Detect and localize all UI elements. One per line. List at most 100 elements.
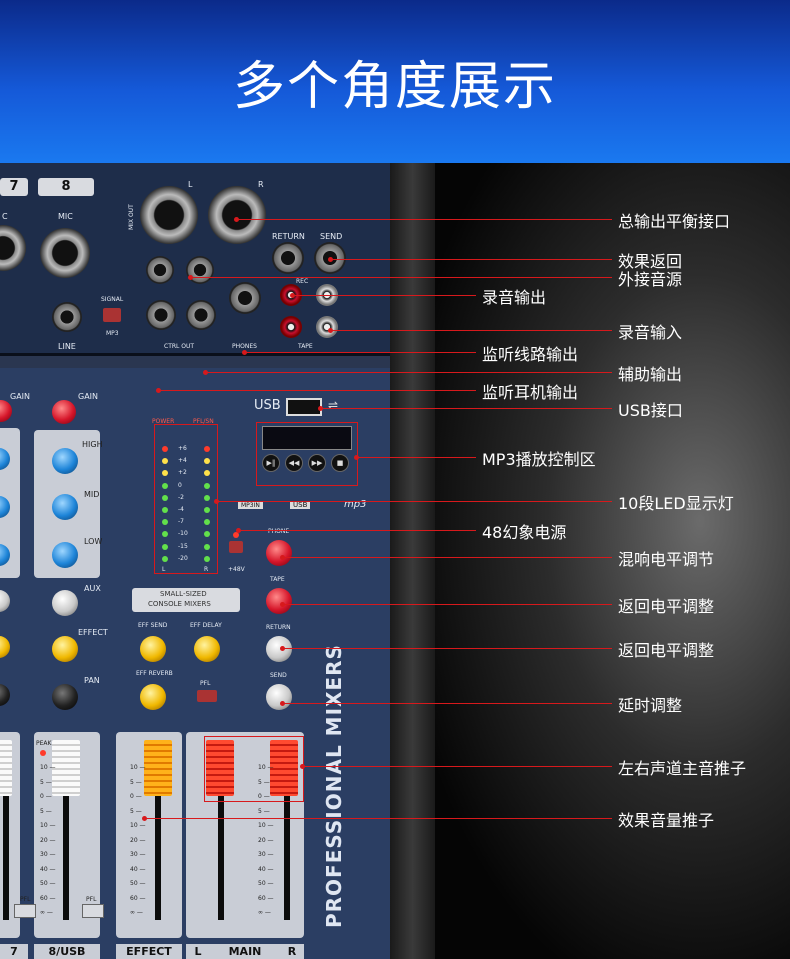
phones-jack[interactable] bbox=[229, 282, 261, 314]
pfl-label-8: PFL bbox=[86, 896, 97, 903]
callout-label: 延时调整 bbox=[618, 696, 683, 715]
mp3-toggle-button[interactable] bbox=[103, 308, 121, 322]
usb-port[interactable] bbox=[286, 398, 322, 416]
fader-scale-label: 30 — bbox=[258, 851, 274, 858]
bottom-label-ch7: 7 bbox=[0, 944, 28, 959]
send-level-knob[interactable] bbox=[266, 684, 292, 710]
pan-knob-8[interactable] bbox=[52, 684, 78, 710]
high-knob-8[interactable] bbox=[52, 448, 78, 474]
fader-scale-label: 50 — bbox=[130, 880, 146, 887]
callout-line bbox=[158, 390, 476, 391]
callout-line bbox=[330, 259, 612, 260]
callout-dot bbox=[328, 328, 333, 333]
fader-7[interactable] bbox=[0, 740, 12, 796]
mixer-side-edge bbox=[390, 163, 435, 959]
fader-scale-label: 40 — bbox=[130, 865, 146, 873]
fader-scale-label: 40 — bbox=[258, 865, 274, 873]
led-right-5 bbox=[204, 507, 210, 513]
led-scale-label: -7 bbox=[178, 518, 184, 526]
mid-label: MID bbox=[84, 490, 100, 499]
callout-dot bbox=[236, 528, 241, 533]
callout-dot bbox=[280, 555, 285, 560]
callout-label: 48幻象电源 bbox=[482, 523, 567, 542]
callout-line bbox=[320, 408, 612, 409]
callout-dot bbox=[318, 406, 323, 411]
fader-8[interactable] bbox=[52, 740, 80, 796]
fader-scale-label: 0 — bbox=[258, 793, 270, 800]
callout-label: 混响电平调节 bbox=[618, 550, 715, 569]
pfl-button[interactable] bbox=[197, 690, 217, 702]
callout-line bbox=[302, 766, 612, 767]
fader-scale-label: 5 — bbox=[130, 778, 142, 786]
callout-label: 返回电平调整 bbox=[618, 641, 715, 660]
ctrl-out-jack-right[interactable] bbox=[186, 300, 216, 330]
mp3-prev-button[interactable]: ◀◀ bbox=[285, 454, 303, 472]
rec-label: REC bbox=[296, 278, 309, 285]
pfl-button-8[interactable] bbox=[82, 904, 104, 918]
gain-knob-8[interactable] bbox=[52, 400, 76, 424]
line-label: LINE bbox=[58, 342, 76, 351]
mp3-display bbox=[262, 426, 352, 450]
callout-line bbox=[244, 352, 476, 353]
callout-label: 返回电平调整 bbox=[618, 597, 715, 616]
effect-label: EFFECT bbox=[78, 628, 108, 637]
tape-in-rca-white[interactable] bbox=[316, 316, 338, 338]
mp3-next-button[interactable]: ▶▶ bbox=[308, 454, 326, 472]
fader-scale-label: 50 — bbox=[40, 880, 56, 887]
return-level-knob[interactable] bbox=[266, 636, 292, 662]
eff-reverb-knob[interactable] bbox=[140, 684, 166, 710]
tape-in-rca-red[interactable] bbox=[280, 316, 302, 338]
fader-scale-label: 5 — bbox=[258, 807, 270, 815]
eff-delay-knob[interactable] bbox=[194, 636, 220, 662]
tape-level-knob[interactable] bbox=[266, 588, 292, 614]
mid-knob-8[interactable] bbox=[52, 494, 78, 520]
callout-line bbox=[190, 277, 612, 278]
pfl-button-7[interactable] bbox=[14, 904, 36, 918]
mix-out-xlr-left[interactable] bbox=[140, 186, 198, 244]
main-fader-highlight bbox=[204, 736, 304, 802]
callout-dot bbox=[142, 816, 147, 821]
effect-knob-8[interactable] bbox=[52, 636, 78, 662]
fader-scale-label: 60 — bbox=[258, 894, 274, 902]
callout-dot bbox=[156, 388, 161, 393]
callout-line bbox=[236, 219, 612, 220]
callout-line bbox=[282, 703, 612, 704]
pfl-label: PFL bbox=[200, 680, 211, 687]
signal-label: SIGNAL bbox=[101, 296, 124, 303]
mp3-stop-button[interactable]: ■ bbox=[331, 454, 349, 472]
eff-send-knob[interactable] bbox=[140, 636, 166, 662]
mic-jack-8[interactable] bbox=[40, 228, 90, 278]
mix-out-label: MIX OUT bbox=[128, 204, 135, 230]
callout-label: 监听耳机输出 bbox=[482, 383, 579, 402]
phone-level-knob[interactable] bbox=[266, 540, 292, 566]
callout-label: 效果音量推子 bbox=[618, 811, 715, 830]
callout-line bbox=[238, 530, 476, 531]
led-scale-label: 0 bbox=[178, 481, 182, 489]
low-knob-8[interactable] bbox=[52, 542, 78, 568]
mp3-play-pause-button[interactable]: ▶‖ bbox=[262, 454, 280, 472]
phantom-48v-button[interactable] bbox=[229, 541, 243, 553]
ctrl-out-jack-left[interactable] bbox=[146, 300, 176, 330]
tape-level-label: TAPE bbox=[270, 576, 285, 583]
fader-scale-label: 10 — bbox=[258, 764, 274, 771]
aux-label: AUX bbox=[84, 584, 101, 593]
fader-scale-label: 30 — bbox=[40, 851, 56, 858]
callout-line bbox=[282, 648, 612, 649]
return-jack[interactable] bbox=[272, 242, 304, 274]
mic-label-7: C bbox=[2, 212, 8, 221]
led-right-4 bbox=[204, 494, 210, 501]
led-scale-label: -4 bbox=[178, 506, 184, 513]
aux-knob-8[interactable] bbox=[52, 590, 78, 616]
return-label: RETURN bbox=[272, 232, 305, 241]
mix-out-xlr-right[interactable] bbox=[208, 186, 266, 244]
callout-label: 外接音源 bbox=[618, 270, 683, 289]
line-jack-8[interactable] bbox=[52, 302, 82, 332]
fader-scale-label: 50 — bbox=[258, 880, 274, 887]
callout-dot bbox=[328, 257, 333, 262]
effect-fader[interactable] bbox=[144, 740, 172, 796]
led-scale-label: +6 bbox=[178, 445, 187, 452]
aux-jack-left[interactable] bbox=[146, 256, 174, 284]
callout-dot bbox=[280, 602, 285, 607]
fader-scale-label: 20 — bbox=[130, 836, 146, 844]
led-right-0 bbox=[204, 446, 210, 452]
